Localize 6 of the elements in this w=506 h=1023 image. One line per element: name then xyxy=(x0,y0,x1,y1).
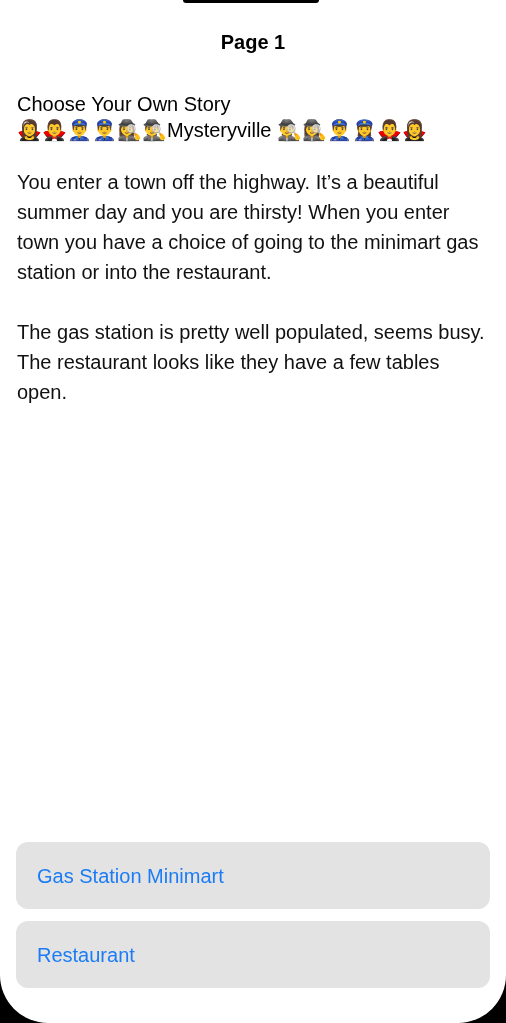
story-heading: Choose Your Own Story 🧛‍♀🧛‍♂👮‍♂👮‍♂🕵‍♀🕵‍♂Mysteryville 🕵‍♂🕵‍♀👮‍♂👮‍♀🧛‍♂🧛‍♀ xyxy=(17,92,428,143)
story-paragraph: You enter a town off the highway. It’s a beautiful summer day and you are thirsty! When you enter town you have a choice of going to the minimart gas station or into the restaurant. xyxy=(17,170,480,285)
page-title: Page 1 xyxy=(219,30,287,55)
choice-button[interactable]: Gas Station Minimart xyxy=(16,842,490,909)
choice-button[interactable]: Restaurant xyxy=(16,921,490,988)
story-paragraph: The gas station is pretty well populated, seems busy. The restaurant looks like they have a few tables open. xyxy=(17,320,486,405)
